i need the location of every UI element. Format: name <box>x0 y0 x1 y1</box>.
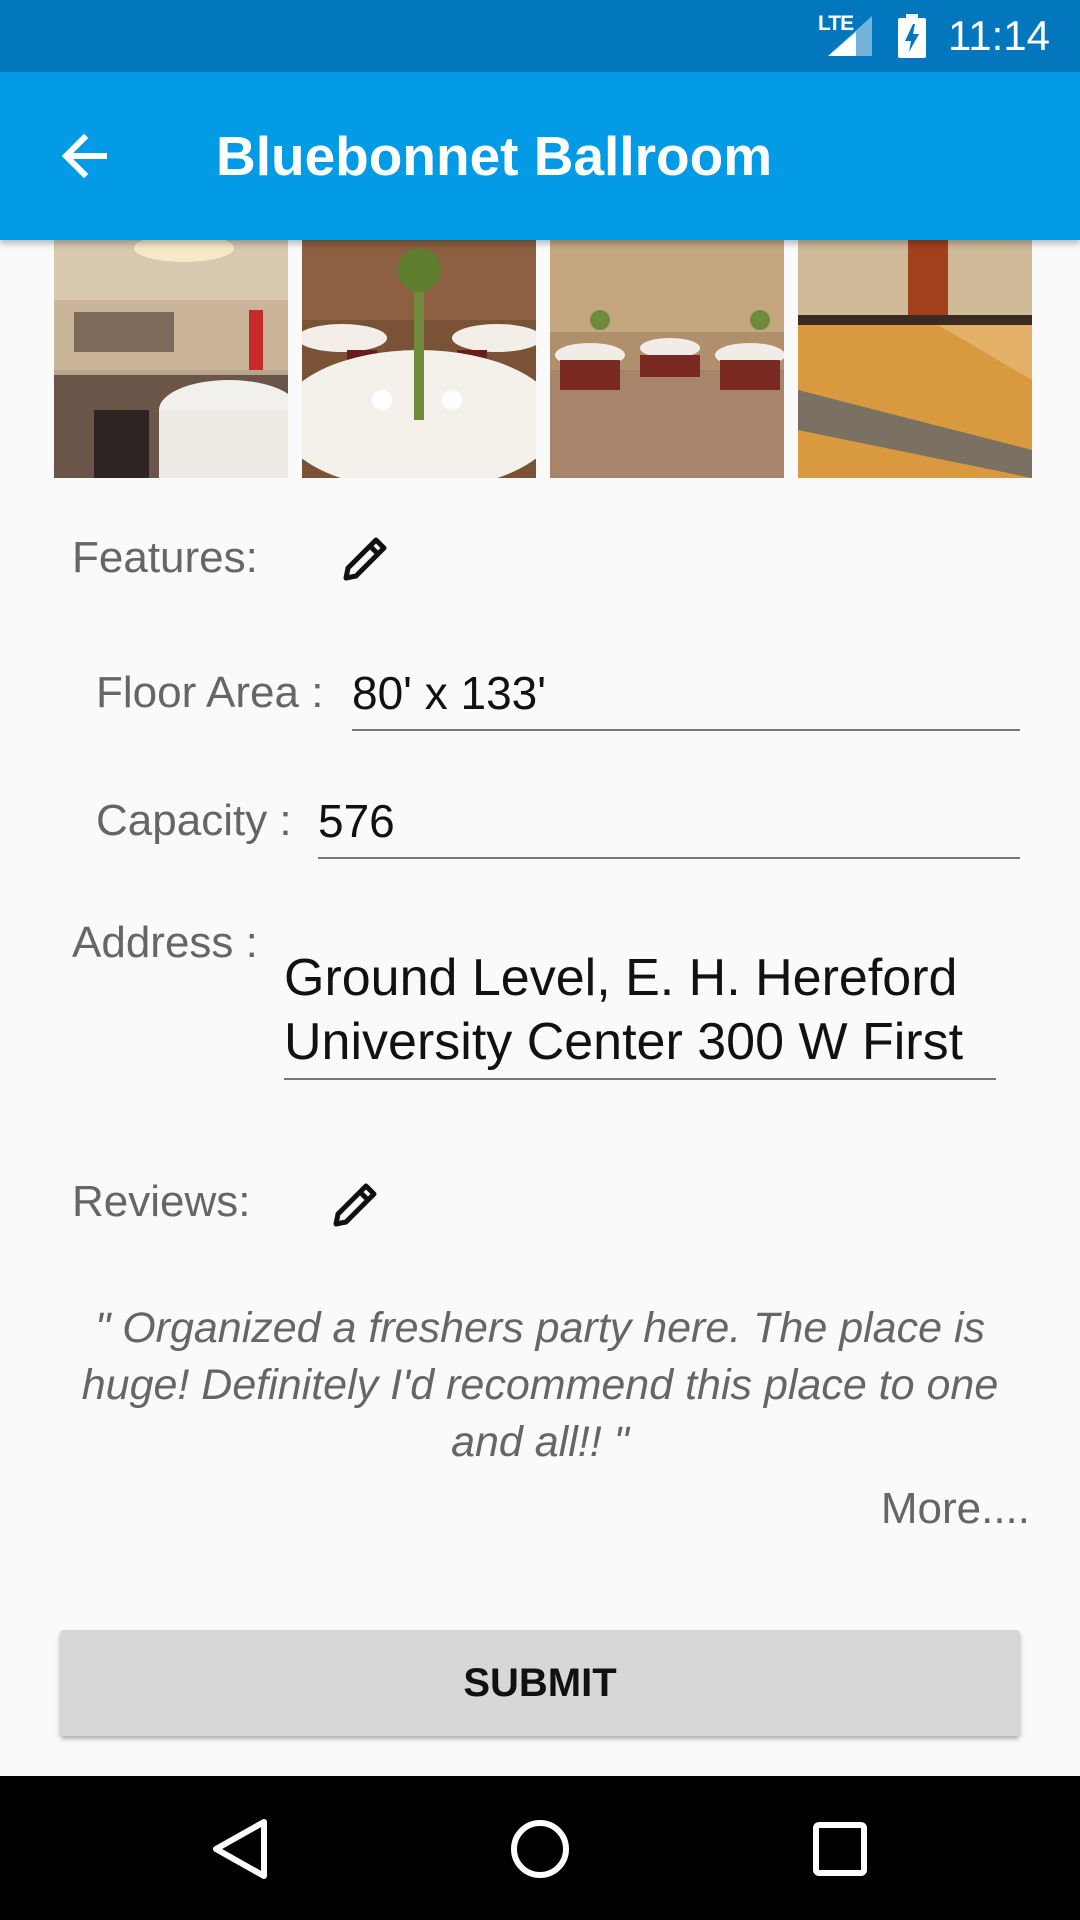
system-nav-bar <box>0 1776 1080 1920</box>
ballroom-photo-3[interactable] <box>550 240 784 478</box>
address-line-1: Ground Level, E. H. Hereford <box>284 949 958 1007</box>
clock: 11:14 <box>948 12 1050 59</box>
address-label: Address : <box>72 918 258 967</box>
signal-icon <box>828 16 872 56</box>
floor-area-underline <box>352 729 1020 731</box>
status-bar: LTE 11:14 <box>0 0 1080 72</box>
nav-back-icon[interactable] <box>206 1814 276 1884</box>
capacity-field[interactable]: 576 <box>318 794 395 848</box>
address-line-2: University Center 300 W First <box>284 1013 964 1071</box>
ballroom-photo-2[interactable] <box>302 240 536 478</box>
capacity-underline <box>318 857 1020 859</box>
ballroom-photo-4[interactable] <box>798 240 1032 478</box>
ballroom-photo-1[interactable] <box>54 240 288 478</box>
more-reviews-link[interactable]: More.... <box>881 1484 1030 1534</box>
address-field[interactable]: Ground Level, E. H. Hereford University … <box>284 946 996 1074</box>
nav-recents-icon[interactable] <box>805 1814 875 1884</box>
floor-area-label: Floor Area : <box>96 668 324 717</box>
address-underline <box>284 1078 996 1080</box>
page-title: Bluebonnet Ballroom <box>216 125 773 187</box>
battery-charging-icon <box>898 14 926 58</box>
app-bar: Bluebonnet Ballroom <box>0 72 1080 240</box>
submit-button[interactable]: SUBMIT <box>60 1630 1020 1736</box>
floor-area-field[interactable]: 80' x 133' <box>352 666 546 720</box>
features-label: Features: <box>72 533 258 582</box>
edit-features-icon[interactable] <box>338 530 394 586</box>
edit-reviews-icon[interactable] <box>328 1176 384 1232</box>
photo-gallery[interactable] <box>54 240 1032 478</box>
review-text: " Organized a freshers party here. The p… <box>81 1304 999 1466</box>
nav-home-icon[interactable] <box>505 1814 575 1884</box>
arrow-back-icon[interactable] <box>54 126 114 186</box>
reviews-label: Reviews: <box>72 1177 251 1226</box>
capacity-label: Capacity : <box>96 796 292 845</box>
